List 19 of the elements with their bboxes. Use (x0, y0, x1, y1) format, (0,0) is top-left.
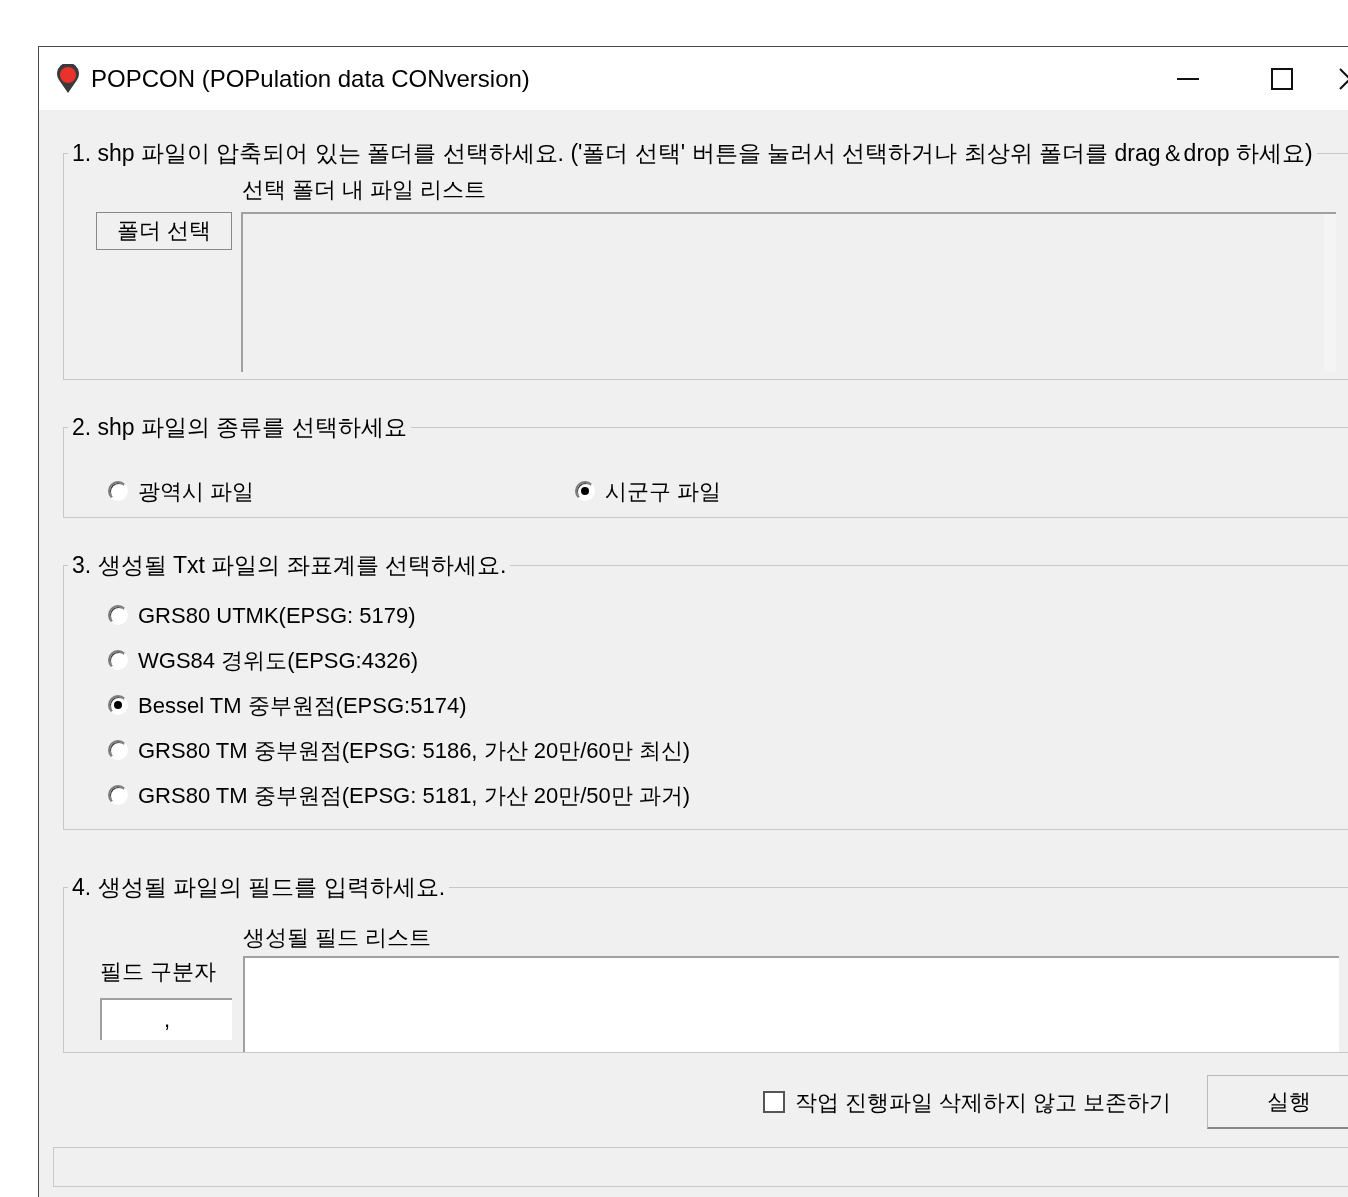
radio-option[interactable]: 시군구 파일 (575, 474, 1042, 508)
separator-label: 필드 구분자 (100, 957, 218, 986)
group-legend: 2. shp 파일의 종류를 선택하세요 (68, 410, 411, 445)
group-legend: 4. 생성될 파일의 필드를 입력하세요. (68, 870, 450, 905)
radio-option[interactable]: GRS80 TM 중부원점(EPSG: 5181, 가산 20만/50만 과거) (108, 778, 1348, 812)
window-title: POPCON (POPulation data CONversion) (91, 63, 530, 94)
keep-files-option[interactable]: 작업 진행파일 삭제하지 않고 보존하기 (762, 1085, 1171, 1119)
folder-select-button[interactable]: 폴더 선택 (96, 211, 232, 250)
separator-field[interactable]: , (100, 997, 232, 1040)
list-label: 선택 폴더 내 파일 리스트 (242, 175, 488, 204)
radio-option[interactable]: Bessel TM 중부원점(EPSG:5174) (108, 688, 1348, 722)
radio-option[interactable]: GRS80 UTMK(EPSG: 5179) (108, 598, 1348, 632)
group-legend: 3. 생성될 Txt 파일의 좌표계를 선택하세요. (68, 548, 511, 583)
group-legend: 1. shp 파일이 압축되어 있는 폴더를 선택하세요. ('폴더 선택' 버튼을 눌러서 선택하거나 최상위 폴더를 drag＆drop 하세요) (68, 136, 1317, 171)
radio-option[interactable]: 광역시 파일 (108, 474, 575, 508)
run-button[interactable]: 실행 (1207, 1075, 1348, 1129)
radio-option[interactable]: WGS84 경위도(EPSG:4326) (108, 643, 1348, 677)
list-label: 생성될 필드 리스트 (243, 923, 433, 952)
radio-option[interactable]: GRS80 TM 중부원점(EPSG: 5186, 가산 20만/60만 최신) (108, 733, 1348, 767)
